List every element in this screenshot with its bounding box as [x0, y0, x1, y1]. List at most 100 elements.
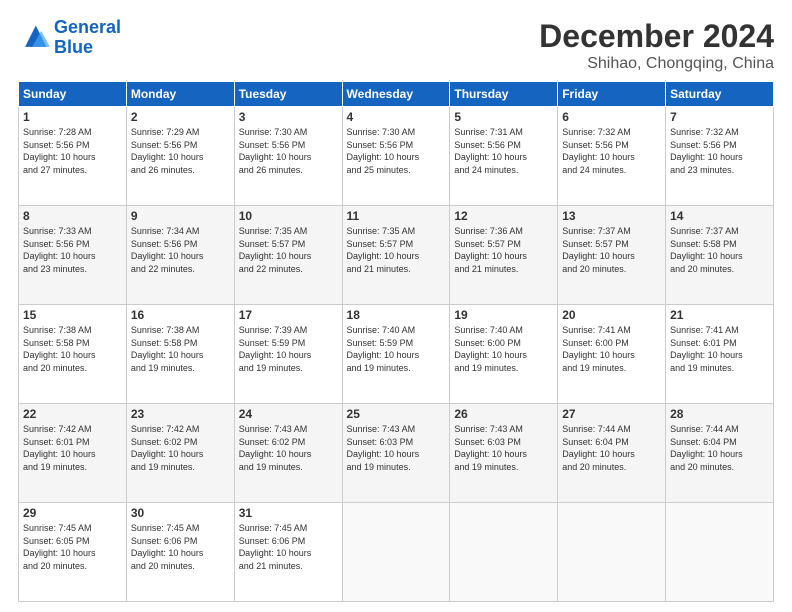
day-number: 24	[239, 407, 338, 421]
day-info: Sunrise: 7:43 AM Sunset: 6:03 PM Dayligh…	[347, 423, 446, 473]
header-saturday: Saturday	[666, 82, 774, 107]
day-number: 5	[454, 110, 553, 124]
calendar-cell: 17 Sunrise: 7:39 AM Sunset: 5:59 PM Dayli…	[234, 305, 342, 404]
day-info: Sunrise: 7:44 AM Sunset: 6:04 PM Dayligh…	[562, 423, 661, 473]
calendar-header-row: Sunday Monday Tuesday Wednesday Thursday…	[19, 82, 774, 107]
day-number: 8	[23, 209, 122, 223]
calendar-cell: 20 Sunrise: 7:41 AM Sunset: 6:00 PM Dayli…	[558, 305, 666, 404]
day-info: Sunrise: 7:43 AM Sunset: 6:02 PM Dayligh…	[239, 423, 338, 473]
calendar-cell	[450, 503, 558, 602]
day-number: 19	[454, 308, 553, 322]
header-tuesday: Tuesday	[234, 82, 342, 107]
day-number: 1	[23, 110, 122, 124]
calendar-cell: 22 Sunrise: 7:42 AM Sunset: 6:01 PM Dayli…	[19, 404, 127, 503]
calendar-row: 8Sunrise: 7:33 AM Sunset: 5:56 PM Daylig…	[19, 206, 774, 305]
day-info: Sunrise: 7:42 AM Sunset: 6:01 PM Dayligh…	[23, 423, 122, 473]
day-info: Sunrise: 7:35 AM Sunset: 5:57 PM Dayligh…	[347, 225, 446, 275]
calendar-cell: 1 Sunrise: 7:28 AM Sunset: 5:56 PM Daylig…	[19, 107, 127, 206]
day-number: 25	[347, 407, 446, 421]
day-number: 31	[239, 506, 338, 520]
calendar-cell: 30 Sunrise: 7:45 AM Sunset: 6:06 PM Dayli…	[126, 503, 234, 602]
calendar-cell: 11 Sunrise: 7:35 AM Sunset: 5:57 PM Dayli…	[342, 206, 450, 305]
day-info: Sunrise: 7:38 AM Sunset: 5:58 PM Dayligh…	[23, 324, 122, 374]
day-info: Sunrise: 7:45 AM Sunset: 6:06 PM Dayligh…	[131, 522, 230, 572]
header-monday: Monday	[126, 82, 234, 107]
day-info: Sunrise: 7:45 AM Sunset: 6:05 PM Dayligh…	[23, 522, 122, 572]
calendar-cell: 9 Sunrise: 7:34 AM Sunset: 5:56 PM Daylig…	[126, 206, 234, 305]
day-info: Sunrise: 7:30 AM Sunset: 5:56 PM Dayligh…	[239, 126, 338, 176]
day-number: 14	[670, 209, 769, 223]
calendar-row: 15 Sunrise: 7:38 AM Sunset: 5:58 PM Dayli…	[19, 305, 774, 404]
day-number: 21	[670, 308, 769, 322]
calendar-cell: 13 Sunrise: 7:37 AM Sunset: 5:57 PM Dayli…	[558, 206, 666, 305]
day-info: Sunrise: 7:40 AM Sunset: 5:59 PM Dayligh…	[347, 324, 446, 374]
day-info: Sunrise: 7:37 AM Sunset: 5:58 PM Dayligh…	[670, 225, 769, 275]
calendar-cell	[558, 503, 666, 602]
day-number: 10	[239, 209, 338, 223]
day-info: Sunrise: 7:43 AM Sunset: 6:03 PM Dayligh…	[454, 423, 553, 473]
calendar-cell: 3 Sunrise: 7:30 AM Sunset: 5:56 PM Daylig…	[234, 107, 342, 206]
calendar-cell: 21 Sunrise: 7:41 AM Sunset: 6:01 PM Dayli…	[666, 305, 774, 404]
day-info: Sunrise: 7:41 AM Sunset: 6:00 PM Dayligh…	[562, 324, 661, 374]
day-number: 17	[239, 308, 338, 322]
day-number: 6	[562, 110, 661, 124]
day-number: 13	[562, 209, 661, 223]
calendar-cell: 6 Sunrise: 7:32 AM Sunset: 5:56 PM Daylig…	[558, 107, 666, 206]
calendar-cell: 2 Sunrise: 7:29 AM Sunset: 5:56 PM Daylig…	[126, 107, 234, 206]
header-thursday: Thursday	[450, 82, 558, 107]
day-info: Sunrise: 7:29 AM Sunset: 5:56 PM Dayligh…	[131, 126, 230, 176]
calendar: Sunday Monday Tuesday Wednesday Thursday…	[18, 81, 774, 602]
logo-line1: General	[54, 17, 121, 37]
day-number: 11	[347, 209, 446, 223]
day-info: Sunrise: 7:37 AM Sunset: 5:57 PM Dayligh…	[562, 225, 661, 275]
day-info: Sunrise: 7:39 AM Sunset: 5:59 PM Dayligh…	[239, 324, 338, 374]
day-number: 2	[131, 110, 230, 124]
location: Shihao, Chongqing, China	[539, 55, 774, 73]
calendar-cell: 10 Sunrise: 7:35 AM Sunset: 5:57 PM Dayli…	[234, 206, 342, 305]
title-block: December 2024 Shihao, Chongqing, China	[539, 18, 774, 73]
day-info: Sunrise: 7:45 AM Sunset: 6:06 PM Dayligh…	[239, 522, 338, 572]
day-number: 30	[131, 506, 230, 520]
day-info: Sunrise: 7:32 AM Sunset: 5:56 PM Dayligh…	[562, 126, 661, 176]
day-info: Sunrise: 7:40 AM Sunset: 6:00 PM Dayligh…	[454, 324, 553, 374]
header-wednesday: Wednesday	[342, 82, 450, 107]
calendar-cell: 29 Sunrise: 7:45 AM Sunset: 6:05 PM Dayli…	[19, 503, 127, 602]
calendar-cell: 28Sunrise: 7:44 AM Sunset: 6:04 PM Dayli…	[666, 404, 774, 503]
calendar-cell	[666, 503, 774, 602]
calendar-cell: 15 Sunrise: 7:38 AM Sunset: 5:58 PM Dayli…	[19, 305, 127, 404]
day-number: 4	[347, 110, 446, 124]
day-number: 28	[670, 407, 769, 421]
day-info: Sunrise: 7:34 AM Sunset: 5:56 PM Dayligh…	[131, 225, 230, 275]
day-number: 18	[347, 308, 446, 322]
calendar-cell: 16Sunrise: 7:38 AM Sunset: 5:58 PM Dayli…	[126, 305, 234, 404]
calendar-cell: 8Sunrise: 7:33 AM Sunset: 5:56 PM Daylig…	[19, 206, 127, 305]
day-info: Sunrise: 7:31 AM Sunset: 5:56 PM Dayligh…	[454, 126, 553, 176]
day-number: 20	[562, 308, 661, 322]
page: General Blue December 2024 Shihao, Chong…	[0, 0, 792, 612]
calendar-cell: 19 Sunrise: 7:40 AM Sunset: 6:00 PM Dayli…	[450, 305, 558, 404]
day-number: 29	[23, 506, 122, 520]
calendar-cell: 23Sunrise: 7:42 AM Sunset: 6:02 PM Dayli…	[126, 404, 234, 503]
day-info: Sunrise: 7:41 AM Sunset: 6:01 PM Dayligh…	[670, 324, 769, 374]
day-number: 15	[23, 308, 122, 322]
logo: General Blue	[18, 18, 121, 58]
calendar-cell: 14 Sunrise: 7:37 AM Sunset: 5:58 PM Dayli…	[666, 206, 774, 305]
header: General Blue December 2024 Shihao, Chong…	[18, 18, 774, 73]
calendar-cell: 12 Sunrise: 7:36 AM Sunset: 5:57 PM Dayli…	[450, 206, 558, 305]
day-info: Sunrise: 7:38 AM Sunset: 5:58 PM Dayligh…	[131, 324, 230, 374]
calendar-cell: 25 Sunrise: 7:43 AM Sunset: 6:03 PM Dayli…	[342, 404, 450, 503]
day-info: Sunrise: 7:28 AM Sunset: 5:56 PM Dayligh…	[23, 126, 122, 176]
day-info: Sunrise: 7:36 AM Sunset: 5:57 PM Dayligh…	[454, 225, 553, 275]
month-title: December 2024	[539, 18, 774, 55]
day-number: 22	[23, 407, 122, 421]
day-number: 3	[239, 110, 338, 124]
day-info: Sunrise: 7:30 AM Sunset: 5:56 PM Dayligh…	[347, 126, 446, 176]
logo-icon	[18, 22, 50, 54]
day-number: 12	[454, 209, 553, 223]
calendar-row: 1 Sunrise: 7:28 AM Sunset: 5:56 PM Daylig…	[19, 107, 774, 206]
header-sunday: Sunday	[19, 82, 127, 107]
day-info: Sunrise: 7:35 AM Sunset: 5:57 PM Dayligh…	[239, 225, 338, 275]
day-info: Sunrise: 7:32 AM Sunset: 5:56 PM Dayligh…	[670, 126, 769, 176]
calendar-cell: 31 Sunrise: 7:45 AM Sunset: 6:06 PM Dayli…	[234, 503, 342, 602]
day-number: 9	[131, 209, 230, 223]
